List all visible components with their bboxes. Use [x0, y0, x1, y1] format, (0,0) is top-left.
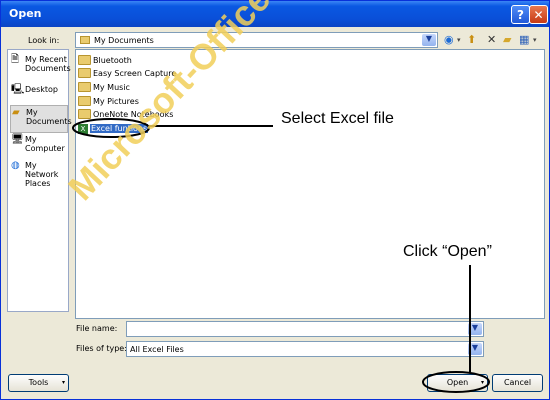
annotation-select: Select Excel file	[281, 110, 394, 127]
annotation-click: Click “Open”	[403, 243, 492, 260]
open-highlight-ellipse	[422, 371, 490, 393]
